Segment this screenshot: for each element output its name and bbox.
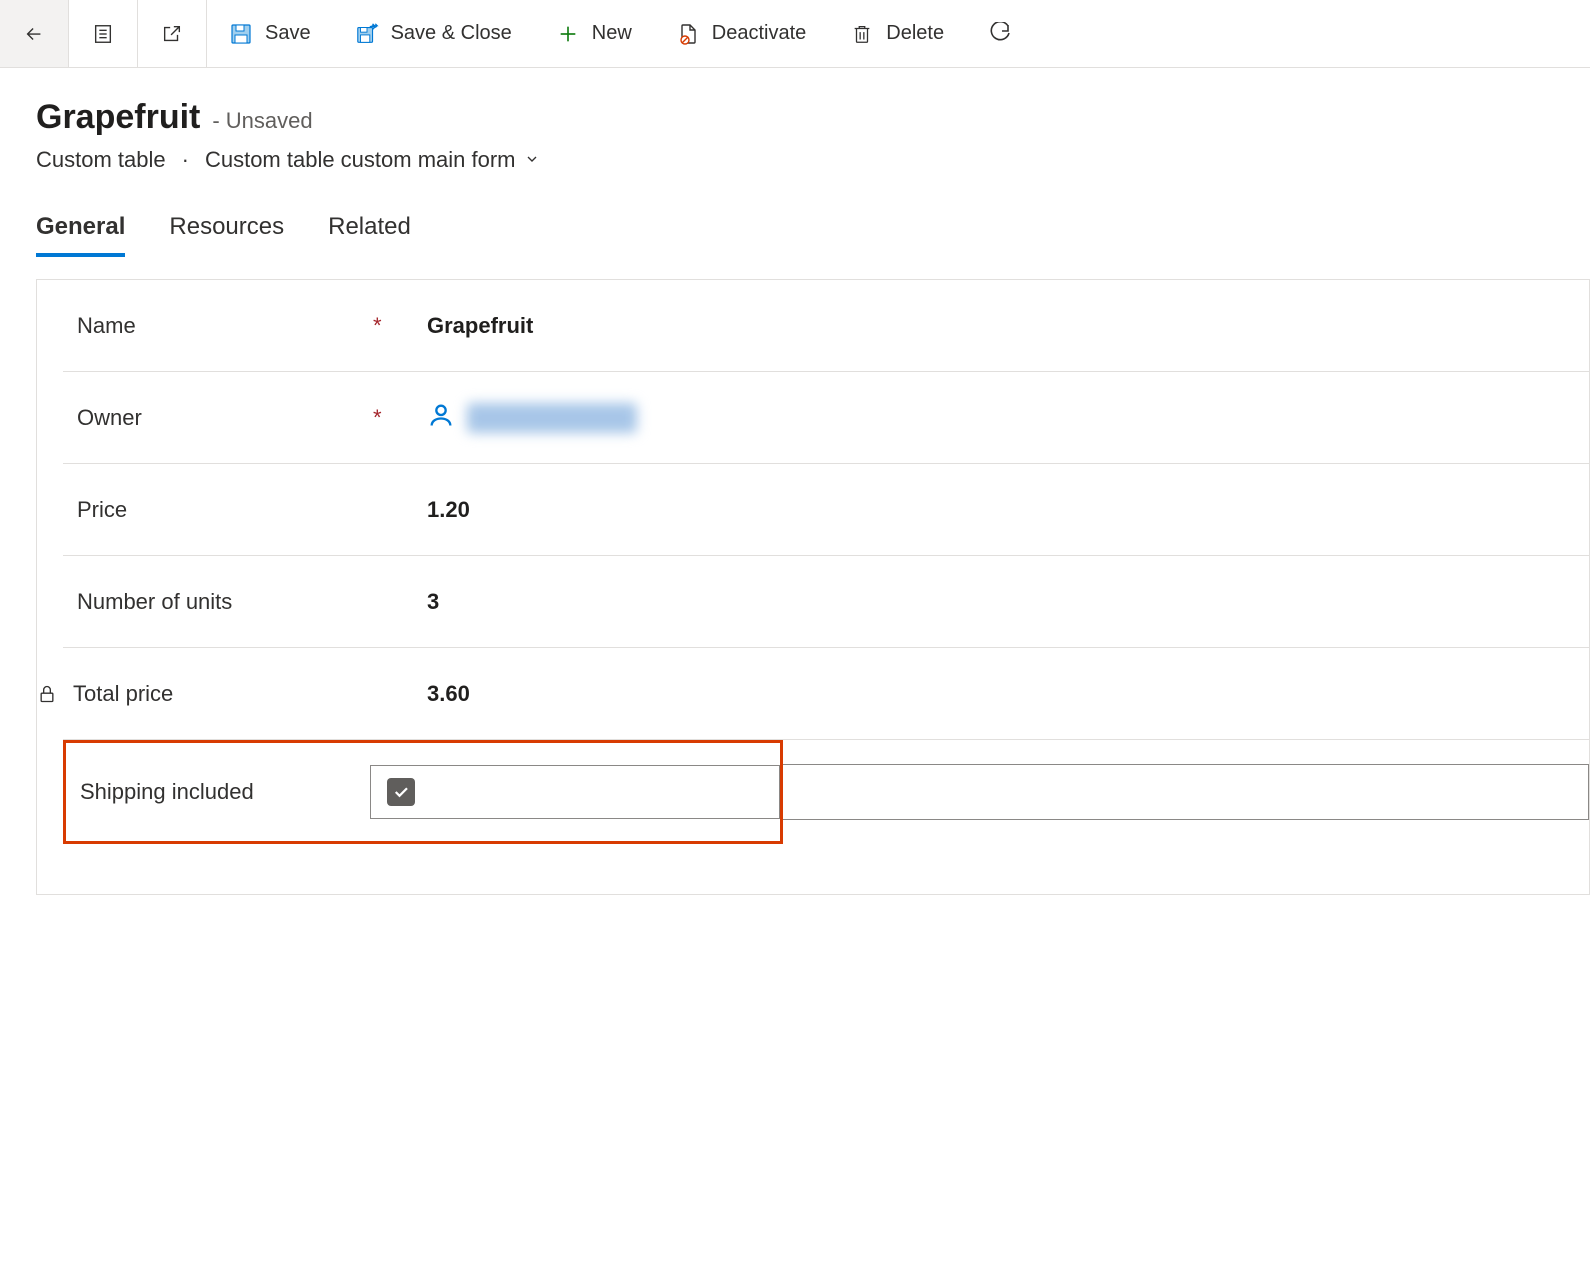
subtitle-row: Custom table · Custom table custom main … bbox=[36, 147, 1554, 173]
total-value: 3.60 bbox=[427, 681, 1589, 707]
save-button[interactable]: Save bbox=[207, 0, 333, 67]
refresh-icon bbox=[988, 22, 1012, 46]
delete-button[interactable]: Delete bbox=[828, 0, 966, 67]
new-button[interactable]: New bbox=[534, 0, 654, 67]
shipping-checkbox-field[interactable] bbox=[370, 765, 780, 819]
tab-related[interactable]: Related bbox=[328, 213, 411, 257]
tab-resources[interactable]: Resources bbox=[169, 213, 284, 257]
form-name: Custom table custom main form bbox=[205, 147, 516, 173]
back-arrow-icon bbox=[22, 22, 46, 46]
command-bar: Save Save & Close New Deactivate Delete bbox=[0, 0, 1590, 68]
form-tabs: General Resources Related bbox=[0, 173, 1590, 257]
back-button[interactable] bbox=[0, 0, 68, 67]
total-label: Total price bbox=[73, 681, 173, 707]
field-row-name: Name * Grapefruit bbox=[63, 280, 1589, 372]
units-label: Number of units bbox=[77, 589, 232, 615]
field-row-total: Total price 3.60 bbox=[63, 648, 1589, 740]
name-value[interactable]: Grapefruit bbox=[427, 313, 1589, 339]
list-button[interactable] bbox=[69, 0, 137, 67]
new-label: New bbox=[592, 22, 632, 45]
shipping-highlight: Shipping included bbox=[63, 740, 783, 844]
deactivate-button[interactable]: Deactivate bbox=[654, 0, 829, 67]
tab-general[interactable]: General bbox=[36, 213, 125, 257]
save-close-label: Save & Close bbox=[391, 22, 512, 45]
list-icon bbox=[91, 22, 115, 46]
owner-name-redacted bbox=[467, 403, 637, 433]
title-row: Grapefruit - Unsaved bbox=[36, 98, 1554, 137]
record-header: Grapefruit - Unsaved Custom table · Cust… bbox=[0, 68, 1590, 173]
chevron-down-icon bbox=[524, 147, 540, 173]
field-row-price: Price 1.20 bbox=[63, 464, 1589, 556]
separator-dot: · bbox=[182, 147, 189, 173]
popout-icon bbox=[160, 22, 184, 46]
deactivate-label: Deactivate bbox=[712, 22, 807, 45]
trash-icon bbox=[850, 22, 874, 46]
popout-button[interactable] bbox=[138, 0, 206, 67]
record-status: - Unsaved bbox=[212, 108, 312, 134]
plus-icon bbox=[556, 22, 580, 46]
required-indicator: * bbox=[373, 405, 427, 431]
checkbox-field-extension[interactable] bbox=[783, 764, 1589, 820]
field-row-shipping: Shipping included bbox=[37, 740, 1589, 844]
save-icon bbox=[229, 22, 253, 46]
field-row-owner: Owner * bbox=[63, 372, 1589, 464]
save-label: Save bbox=[265, 22, 311, 45]
refresh-button[interactable] bbox=[966, 0, 1034, 67]
record-title: Grapefruit bbox=[36, 98, 200, 137]
form-selector[interactable]: Custom table custom main form bbox=[205, 147, 540, 173]
field-row-units: Number of units 3 bbox=[63, 556, 1589, 648]
name-label: Name bbox=[77, 313, 136, 339]
price-label: Price bbox=[77, 497, 127, 523]
price-value[interactable]: 1.20 bbox=[427, 497, 1589, 523]
shipping-label: Shipping included bbox=[80, 779, 370, 805]
entity-name: Custom table bbox=[36, 147, 166, 173]
units-value[interactable]: 3 bbox=[427, 589, 1589, 615]
owner-label: Owner bbox=[77, 405, 142, 431]
save-close-button[interactable]: Save & Close bbox=[333, 0, 534, 67]
required-indicator: * bbox=[373, 313, 427, 339]
shipping-checkbox[interactable] bbox=[387, 778, 415, 806]
lock-icon bbox=[35, 683, 59, 705]
delete-label: Delete bbox=[886, 22, 944, 45]
person-icon bbox=[427, 401, 455, 435]
save-close-icon bbox=[355, 22, 379, 46]
owner-value[interactable] bbox=[427, 401, 1589, 435]
form-body: Name * Grapefruit Owner * Price 1.20 Num… bbox=[36, 279, 1590, 895]
deactivate-icon bbox=[676, 22, 700, 46]
